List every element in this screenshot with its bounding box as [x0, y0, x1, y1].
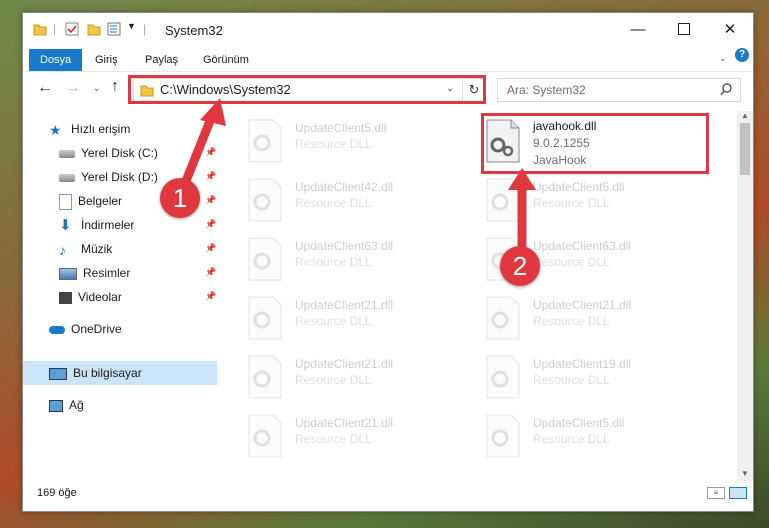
step-badge-2: 2	[500, 246, 540, 286]
annotation-arrows	[179, 98, 536, 259]
arrow-1-shaft	[179, 111, 217, 191]
arrow-1-head	[200, 98, 226, 126]
step-badge-1: 1	[160, 178, 200, 218]
arrow-2-head	[508, 168, 536, 190]
